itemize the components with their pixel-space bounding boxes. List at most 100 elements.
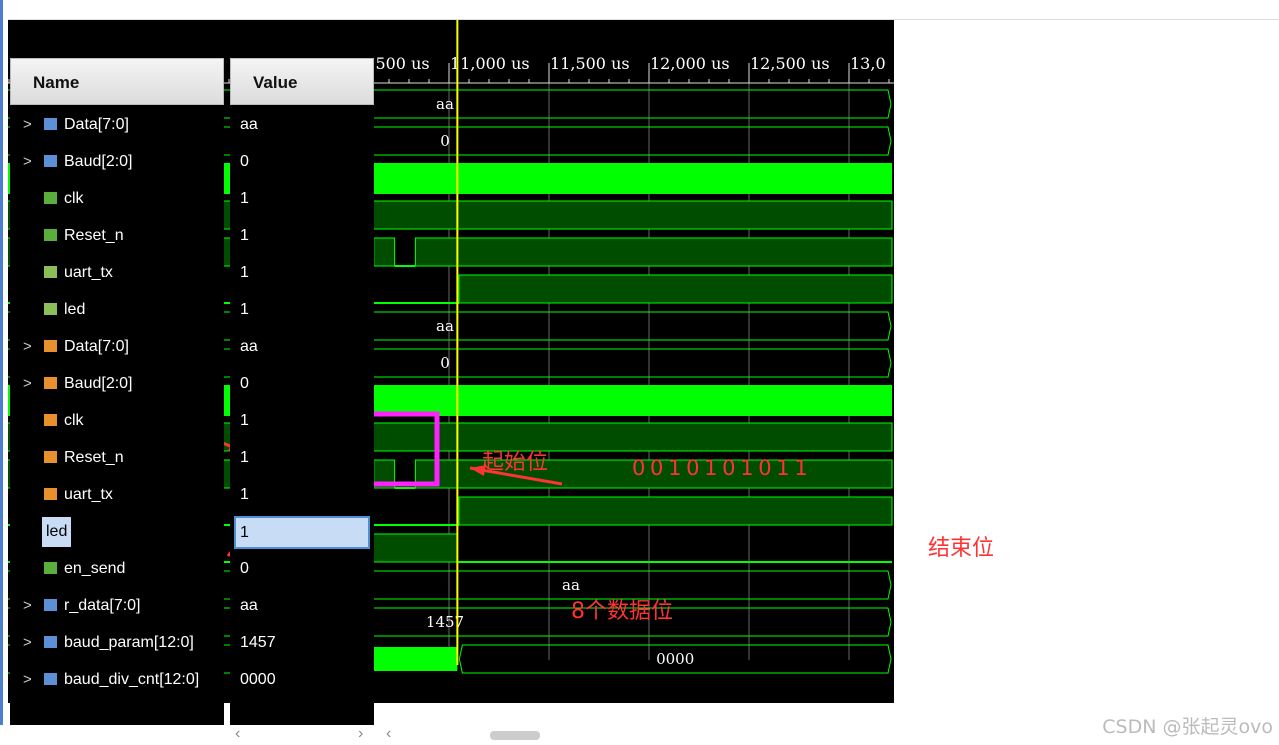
signal-value-row[interactable]: aa — [230, 328, 374, 365]
bus-value-label: 0 — [440, 354, 450, 372]
bus-signal-icon — [44, 340, 57, 352]
signal-high — [458, 496, 893, 526]
expand-chevron-icon[interactable]: > — [23, 365, 32, 402]
signal-value: 1457 — [240, 634, 276, 651]
bus-signal-icon — [44, 377, 57, 389]
signal-row[interactable]: > baud_div_cnt[12:0] — [10, 661, 224, 698]
signal-value-row[interactable]: 1 — [230, 402, 374, 439]
signal-row[interactable]: uart_tx — [10, 254, 224, 291]
signal-name: Baud[2:0] — [64, 153, 133, 170]
bit-signal-icon — [44, 229, 57, 241]
bus-signal-icon — [44, 636, 57, 648]
bit-signal-icon — [44, 192, 57, 204]
stop-bit-annotation: 结束位 — [928, 536, 995, 561]
wave-scroll-left-icon[interactable]: ‹ — [386, 725, 391, 743]
signal-row[interactable]: Reset_n — [10, 439, 224, 476]
signal-value-row[interactable]: 1 — [230, 217, 374, 254]
signal-name: uart_tx — [64, 264, 113, 281]
signal-high — [458, 274, 893, 304]
bus-value-label: 0 — [440, 132, 450, 150]
value-column-header[interactable]: Value — [230, 58, 374, 105]
signal-row[interactable]: clk — [10, 180, 224, 217]
signal-value-row[interactable]: 1 — [230, 513, 374, 550]
signal-name: led — [64, 301, 86, 318]
expand-chevron-icon[interactable]: > — [23, 106, 32, 143]
signal-value: 1 — [240, 190, 249, 207]
signal-value: aa — [240, 338, 258, 355]
time-tick-label: 11,500 us — [550, 54, 630, 73]
signal-row[interactable]: uart_tx — [10, 476, 224, 513]
signal-name: clk — [64, 412, 84, 429]
signal-high — [414, 237, 893, 267]
signal-row[interactable]: Reset_n — [10, 217, 224, 254]
signal-row[interactable]: > Data[7:0] — [10, 328, 224, 365]
bus-signal-icon — [44, 155, 57, 167]
signal-name: Data[7:0] — [64, 116, 129, 133]
expand-chevron-icon[interactable]: > — [23, 328, 32, 365]
bus-value-label: aa — [562, 576, 580, 594]
scroll-left-icon[interactable]: ‹ — [235, 725, 240, 743]
signal-name: Baud[2:0] — [64, 375, 133, 392]
bus-value-label: 1457 — [426, 613, 464, 631]
toolbar — [0, 0, 1279, 20]
time-tick-label: 12,000 us — [650, 54, 730, 73]
bit-sequence-annotation: 0 0 1 0 1 0 1 0 1 1 — [632, 456, 808, 480]
signal-name: led — [42, 517, 72, 547]
scroll-thumb[interactable] — [490, 731, 540, 740]
start-bit-annotation: 起始位 — [482, 450, 549, 475]
signal-row[interactable]: led — [10, 513, 224, 550]
signal-row[interactable]: led — [10, 291, 224, 328]
signal-name: baud_param[12:0] — [64, 634, 194, 651]
signal-value-row[interactable]: 1 — [230, 439, 374, 476]
time-tick-label: 13,0 — [850, 54, 886, 73]
bit-signal-icon — [44, 451, 57, 463]
bit-signal-icon — [44, 303, 57, 315]
signal-name: Data[7:0] — [64, 338, 129, 355]
signal-row[interactable]: clk — [10, 402, 224, 439]
signal-value-row[interactable]: 1 — [230, 291, 374, 328]
expand-chevron-icon[interactable]: > — [23, 661, 32, 698]
signal-row[interactable]: > r_data[7:0] — [10, 587, 224, 624]
signal-value-row[interactable]: aa — [230, 106, 374, 143]
signal-row[interactable]: > baud_param[12:0] — [10, 624, 224, 661]
bit-signal-icon — [44, 266, 57, 278]
scroll-right-icon[interactable]: › — [358, 725, 363, 743]
expand-chevron-icon[interactable]: > — [23, 143, 32, 180]
signal-value-row[interactable]: 0 — [230, 143, 374, 180]
expand-chevron-icon[interactable]: > — [23, 624, 32, 661]
signal-value-row[interactable]: 0 — [230, 550, 374, 587]
bit-signal-icon — [44, 414, 57, 426]
signal-row[interactable]: > Data[7:0] — [10, 106, 224, 143]
signal-value: 1 — [240, 412, 249, 429]
bit-signal-icon — [44, 488, 57, 500]
bit-signal-icon — [44, 562, 57, 574]
bus-signal-icon — [44, 118, 57, 130]
bus-value-label: aa — [436, 95, 454, 113]
watermark: CSDN @张起灵ovo — [1102, 716, 1273, 738]
signal-row[interactable]: en_send — [10, 550, 224, 587]
signal-value: 0 — [240, 153, 249, 170]
signal-row[interactable]: > Baud[2:0] — [10, 143, 224, 180]
signal-value: aa — [240, 116, 258, 133]
signal-value-row[interactable]: aa — [230, 587, 374, 624]
value-column: Value aa 0 1 1 1 1 aa 0 1 1 1 1 0 aa 1457 0000 — [230, 22, 374, 725]
signal-name: Reset_n — [64, 449, 124, 466]
expand-chevron-icon[interactable]: > — [23, 587, 32, 624]
signal-value-row[interactable]: 1 — [230, 476, 374, 513]
signal-value: 0 — [240, 375, 249, 392]
signal-value-row[interactable]: 1 — [230, 180, 374, 217]
signal-value-row[interactable]: 0000 — [230, 661, 374, 698]
signal-value: 1 — [240, 227, 249, 244]
signal-name: r_data[7:0] — [64, 597, 141, 614]
data-bits-annotation: 8个数据位 — [571, 599, 673, 624]
signal-value: 1 — [234, 516, 370, 549]
signal-value-row[interactable]: 1457 — [230, 624, 374, 661]
signal-value-row[interactable]: 0 — [230, 365, 374, 402]
signal-row[interactable]: > Baud[2:0] — [10, 365, 224, 402]
window-edge — [0, 0, 8, 745]
signal-value-row[interactable]: 1 — [230, 254, 374, 291]
name-column: Name > Data[7:0] > Baud[2:0] clk Reset_n uart_… — [10, 22, 224, 725]
horizontal-scrollbar[interactable]: ‹ › ‹ — [0, 725, 1279, 745]
signal-value: aa — [240, 597, 258, 614]
name-column-header[interactable]: Name — [10, 58, 224, 105]
